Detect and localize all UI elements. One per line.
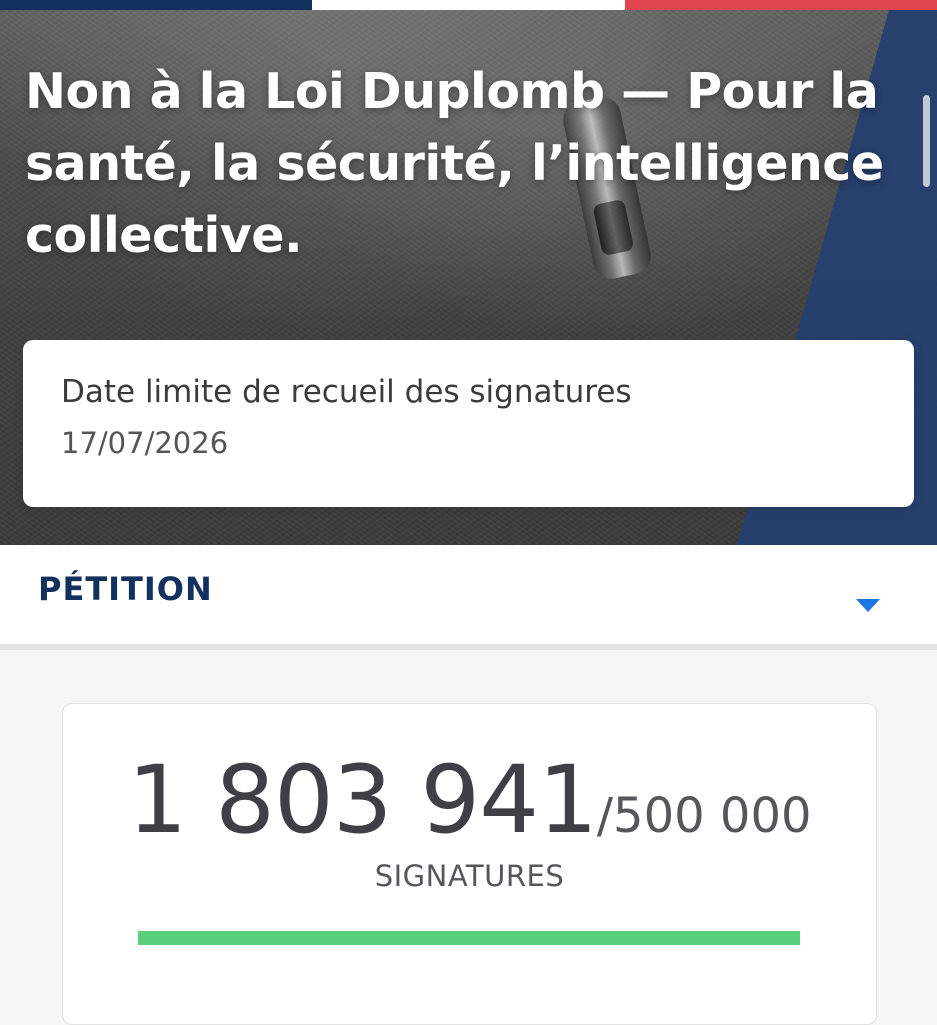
signatures-label: SIGNATURES bbox=[374, 859, 565, 893]
scrollbar-thumb[interactable] bbox=[923, 95, 930, 187]
signature-counter-card: 1 803 941/500 000 SIGNATURES bbox=[62, 703, 877, 1025]
flag-strip bbox=[0, 0, 937, 10]
flag-blue-stripe bbox=[0, 0, 312, 10]
petition-hero: Non à la Loi Duplomb — Pour la santé, la… bbox=[0, 10, 937, 545]
deadline-card: Date limite de recueil des signatures 17… bbox=[23, 340, 914, 507]
signature-goal: /500 000 bbox=[596, 788, 812, 844]
petition-accordion-toggle[interactable]: PÉTITION bbox=[0, 545, 937, 650]
petition-title: Non à la Loi Duplomb — Pour la santé, la… bbox=[25, 63, 884, 265]
deadline-date: 17/07/2026 bbox=[61, 426, 229, 460]
petition-section-label: PÉTITION bbox=[38, 570, 213, 608]
signature-count-line: 1 803 941/500 000 bbox=[63, 746, 876, 856]
signature-progress-fill bbox=[138, 931, 800, 945]
flag-red-stripe bbox=[625, 0, 937, 10]
signature-count: 1 803 941 bbox=[127, 746, 597, 855]
flag-white-stripe bbox=[312, 0, 625, 10]
chevron-down-icon[interactable] bbox=[856, 599, 880, 612]
deadline-label: Date limite de recueil des signatures bbox=[61, 374, 632, 410]
signature-progress-bar bbox=[138, 931, 800, 945]
